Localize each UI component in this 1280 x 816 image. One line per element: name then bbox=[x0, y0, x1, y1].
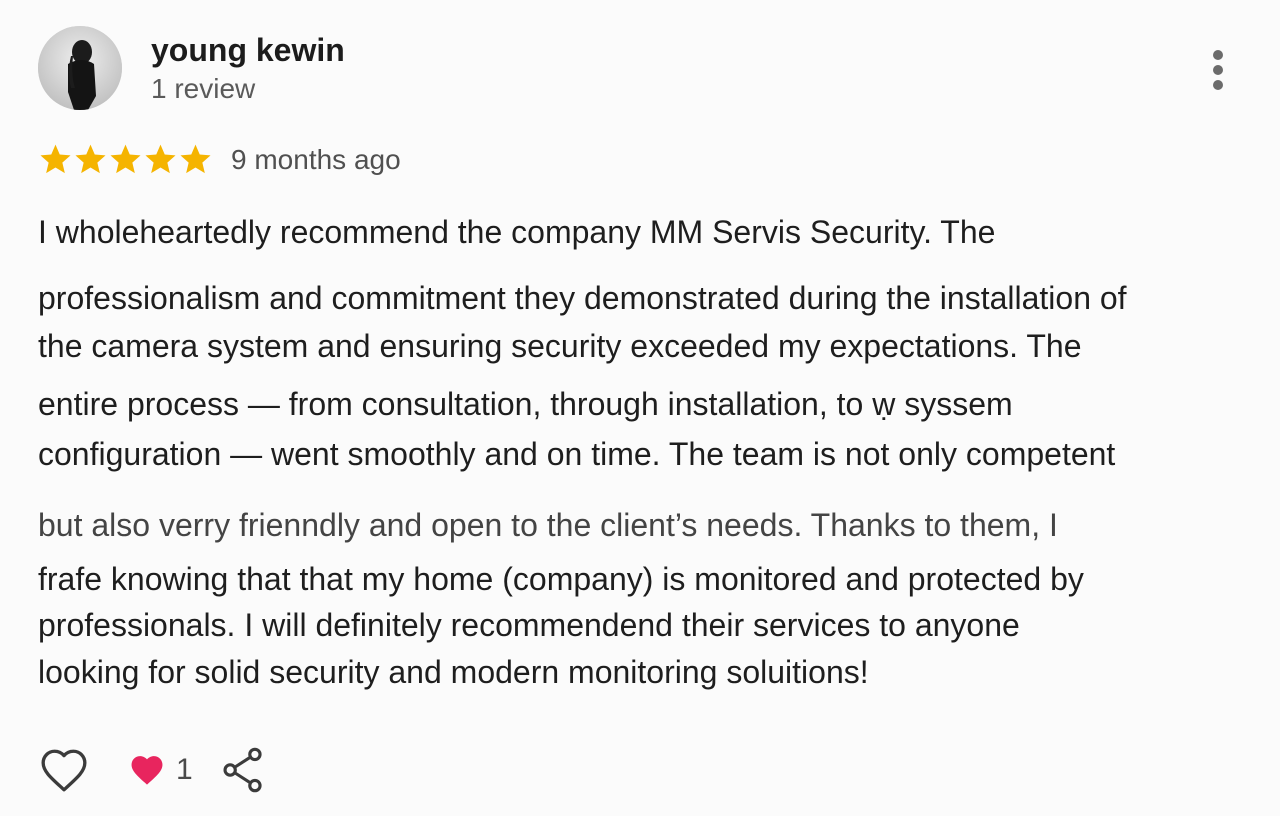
share-button[interactable] bbox=[217, 744, 269, 796]
person-silhouette-avatar bbox=[38, 26, 122, 110]
review-actions: 1 bbox=[38, 744, 269, 796]
star-icon bbox=[40, 144, 71, 174]
heart-filled-icon bbox=[131, 756, 163, 785]
more-vert-icon bbox=[1213, 50, 1223, 90]
review-text-line: professionalism and commitment they demo… bbox=[38, 280, 1127, 316]
star-icon bbox=[145, 144, 176, 174]
review-text-line: I wholeheartedly recommend the company M… bbox=[38, 214, 996, 250]
reviewer-info: young kewin 1 review bbox=[151, 31, 345, 105]
reviewer-review-count: 1 review bbox=[151, 73, 256, 104]
like-button[interactable] bbox=[38, 744, 90, 796]
star-icon bbox=[75, 144, 106, 174]
reaction-summary[interactable]: 1 bbox=[128, 753, 193, 787]
review-text-line: looking for solid security and modern mo… bbox=[38, 654, 869, 690]
star-icon bbox=[180, 144, 211, 174]
review-text-line: but also verry frienndly and open to the… bbox=[38, 507, 1058, 543]
reviewer-name[interactable]: young kewin bbox=[151, 31, 345, 69]
review-text-line: the camera system and ensuring security … bbox=[38, 328, 1082, 364]
rating-row: 9 months ago bbox=[38, 142, 401, 177]
review-text-line: frafe knowing that that my home (company… bbox=[38, 561, 1084, 597]
review-timestamp: 9 months ago bbox=[231, 143, 401, 175]
review-text-line: professionals. I will definitely recomme… bbox=[38, 607, 1020, 643]
more-options-button[interactable] bbox=[1198, 44, 1238, 96]
star-icon bbox=[110, 144, 141, 174]
heart-outline-icon bbox=[41, 749, 87, 792]
review-text-line: configuration — went smoothly and on tim… bbox=[38, 436, 1116, 472]
reaction-count: 1 bbox=[176, 753, 193, 786]
avatar[interactable] bbox=[38, 26, 122, 110]
share-icon bbox=[223, 747, 262, 793]
reviewer-header: young kewin 1 review bbox=[38, 26, 345, 110]
review-text-line: entire process — from consultation, thro… bbox=[38, 386, 1013, 422]
star-rating bbox=[38, 142, 213, 177]
review-card: young kewin 1 review 9 months ago I whol… bbox=[0, 0, 1280, 816]
